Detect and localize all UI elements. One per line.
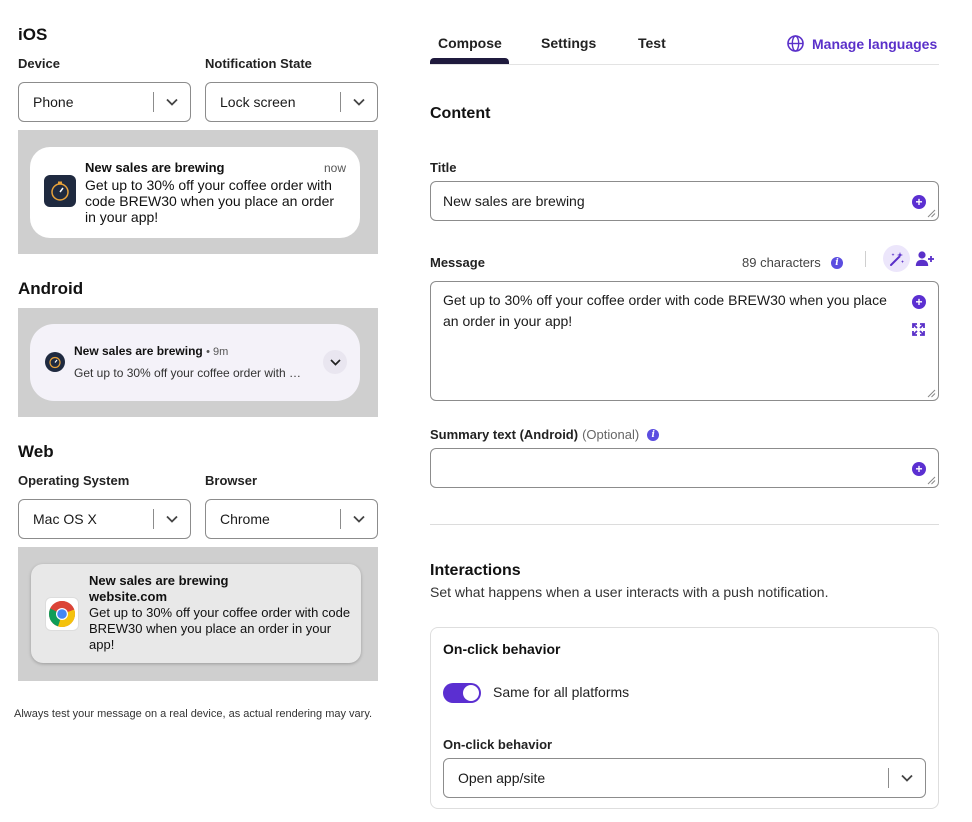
title-label: Title <box>430 160 457 175</box>
operating-system-select-value: Mac OS X <box>33 511 97 527</box>
notification-state-select-value: Lock screen <box>220 94 296 110</box>
summary-label: Summary text (Android) <box>430 427 579 442</box>
user-plus-icon <box>915 251 934 266</box>
tab-settings[interactable]: Settings <box>541 35 596 51</box>
ios-notification-title: New sales are brewing <box>85 160 225 175</box>
web-notification-card: New sales are brewing website.com Get up… <box>31 564 361 663</box>
character-count: 89 characters <box>742 255 821 270</box>
ios-heading: iOS <box>18 25 48 44</box>
ios-notification-card: New sales are brewing now Get up to 30% … <box>30 147 360 238</box>
chevron-down-icon <box>329 358 341 366</box>
onclick-behavior-select-value: Open app/site <box>458 770 546 786</box>
title-input-value: New sales are brewing <box>443 193 585 209</box>
tabs-divider <box>430 64 939 65</box>
android-heading: Android <box>18 279 84 298</box>
ios-notification-time: now <box>323 161 346 175</box>
resize-handle-icon[interactable] <box>926 388 936 398</box>
onclick-behavior-label: On-click behavior <box>443 737 553 752</box>
web-heading: Web <box>18 442 54 461</box>
ai-assist-button[interactable] <box>883 245 910 272</box>
expand-icon[interactable] <box>912 323 925 336</box>
manage-languages-label: Manage languages <box>812 35 938 52</box>
title-input[interactable]: New sales are brewing + <box>430 181 939 221</box>
android-notification-time: • 9m <box>206 346 229 358</box>
chevron-down-icon <box>154 515 190 523</box>
onclick-card-title: On-click behavior <box>443 641 561 657</box>
ios-preview-area: New sales are brewing now Get up to 30% … <box>18 130 378 254</box>
web-notification-body: Get up to 30% off your coffee order with… <box>89 605 351 652</box>
magic-wand-icon <box>889 251 904 266</box>
android-notification-card: New sales are brewing • 9m Get up to 30%… <box>30 324 360 401</box>
web-notification-title: New sales are brewing <box>89 573 229 588</box>
device-select-value: Phone <box>33 94 74 110</box>
message-textarea-value: Get up to 30% off your coffee order with… <box>443 292 887 329</box>
interactions-heading: Interactions <box>430 562 521 579</box>
disclaimer-text: Always test your message on a real devic… <box>14 708 373 720</box>
message-label: Message <box>430 255 485 270</box>
web-preview-area: New sales are brewing website.com Get up… <box>18 547 378 681</box>
tab-test[interactable]: Test <box>638 35 666 51</box>
browser-label: Browser <box>205 473 258 488</box>
content-heading: Content <box>430 105 491 122</box>
add-personalization-icon[interactable]: + <box>912 195 926 209</box>
app-icon <box>44 175 76 207</box>
android-notification-body: Get up to 30% off your coffee order with… <box>74 366 302 380</box>
onclick-behavior-select[interactable]: Open app/site <box>443 758 926 798</box>
toolbar-divider <box>865 251 866 267</box>
app-icon <box>45 352 65 372</box>
browser-select-value: Chrome <box>220 511 270 527</box>
chevron-down-icon <box>341 515 377 523</box>
add-user-personalization-button[interactable] <box>915 250 935 272</box>
android-notification-title: New sales are brewing <box>74 344 203 358</box>
device-select[interactable]: Phone <box>18 82 191 122</box>
android-notification-header: New sales are brewing • 9m <box>74 344 228 358</box>
resize-handle-icon[interactable] <box>926 475 936 485</box>
chrome-icon <box>45 597 79 631</box>
android-preview-area: New sales are brewing • 9m Get up to 30%… <box>18 308 378 417</box>
chevron-down-icon <box>341 98 377 106</box>
resize-handle-icon[interactable] <box>926 208 936 218</box>
device-label: Device <box>18 56 60 71</box>
section-divider <box>430 524 939 525</box>
manage-languages-link[interactable]: Manage languages <box>787 35 937 52</box>
onclick-behavior-card: On-click behavior Same for all platforms… <box>430 627 939 809</box>
browser-select[interactable]: Chrome <box>205 499 378 539</box>
notification-state-select[interactable]: Lock screen <box>205 82 378 122</box>
toggle-knob <box>463 685 479 701</box>
chevron-down-icon <box>889 774 925 782</box>
tab-compose[interactable]: Compose <box>438 35 502 51</box>
ios-notification-body: Get up to 30% off your coffee order with… <box>85 177 335 225</box>
notification-state-label: Notification State <box>205 56 312 71</box>
same-for-all-platforms-label: Same for all platforms <box>493 684 630 700</box>
add-personalization-icon[interactable]: + <box>912 295 926 309</box>
add-personalization-icon[interactable]: + <box>912 462 926 476</box>
web-notification-site: website.com <box>89 589 168 604</box>
globe-icon <box>787 35 804 52</box>
summary-label-row: Summary text (Android) (Optional) i <box>430 427 660 442</box>
summary-optional-label: (Optional) <box>582 427 640 442</box>
summary-text-input[interactable]: + <box>430 448 939 488</box>
info-icon[interactable]: i <box>647 428 660 441</box>
expand-notification-button[interactable] <box>323 350 347 374</box>
chevron-down-icon <box>154 98 190 106</box>
message-textarea[interactable]: Get up to 30% off your coffee order with… <box>430 281 939 401</box>
info-icon[interactable]: i <box>831 257 843 269</box>
operating-system-select[interactable]: Mac OS X <box>18 499 191 539</box>
operating-system-label: Operating System <box>18 473 130 488</box>
interactions-description: Set what happens when a user interacts w… <box>430 584 829 600</box>
same-for-all-platforms-toggle[interactable] <box>443 683 481 703</box>
